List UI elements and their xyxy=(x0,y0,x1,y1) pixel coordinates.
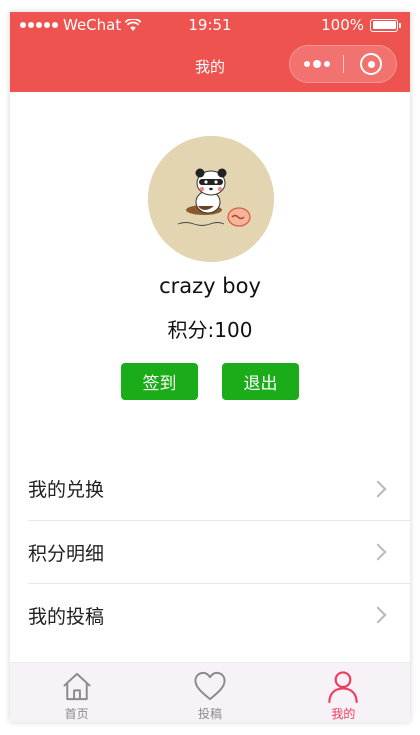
tab-label: 我的 xyxy=(331,707,356,721)
header-bar: WeChat 19:51 100% 我的 xyxy=(10,12,410,92)
sign-in-button[interactable]: 签到 xyxy=(121,363,198,400)
heart-icon xyxy=(194,671,226,701)
more-icon[interactable] xyxy=(290,46,344,82)
close-mini-program-button[interactable] xyxy=(344,46,398,82)
chevron-right-icon xyxy=(369,480,387,497)
person-icon xyxy=(328,671,358,704)
chevron-right-icon xyxy=(369,606,387,624)
tab-label: 投稿 xyxy=(197,707,222,721)
menu-item-my-exchanges[interactable]: 我的兑换 xyxy=(28,457,410,520)
username: crazy boy xyxy=(159,274,261,298)
menu-item-label: 我的兑换 xyxy=(28,479,105,501)
battery-icon xyxy=(370,18,401,32)
battery-percent: 100% xyxy=(321,16,364,34)
points-balance: 积分:100 xyxy=(167,318,253,342)
tab-home[interactable]: 首页 xyxy=(10,663,143,722)
status-bar: WeChat 19:51 100% xyxy=(10,12,410,38)
menu-item-label: 我的投稿 xyxy=(28,605,105,628)
status-right: 100% xyxy=(321,16,401,34)
panda-avatar-image xyxy=(148,136,274,262)
phone-screen: WeChat 19:51 100% 我的 crazy boy 积分:100 签到… xyxy=(10,12,410,722)
menu-item-points-details[interactable]: 积分明细 xyxy=(28,520,410,583)
chevron-right-icon xyxy=(369,543,387,561)
tab-mine[interactable]: 我的 xyxy=(277,663,410,722)
profile-menu: 我的兑换 积分明细 我的投稿 xyxy=(28,457,410,646)
tab-submit[interactable]: 投稿 xyxy=(143,663,276,722)
mini-program-capsule xyxy=(289,45,397,83)
target-icon xyxy=(360,53,382,75)
avatar[interactable] xyxy=(148,136,274,262)
home-icon xyxy=(63,672,91,701)
menu-item-label: 积分明细 xyxy=(28,542,105,565)
tab-bar: 首页 投稿 我的 xyxy=(10,662,410,722)
menu-item-my-submissions[interactable]: 我的投稿 xyxy=(28,583,410,646)
tab-label: 首页 xyxy=(64,707,89,721)
logout-button[interactable]: 退出 xyxy=(222,363,299,400)
